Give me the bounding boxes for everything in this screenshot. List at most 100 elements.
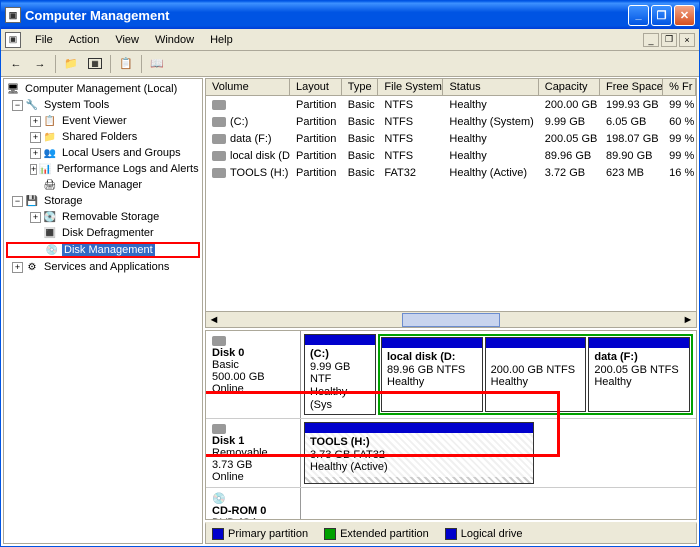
disk-row-1[interactable]: Disk 1 Removable 3.73 GB Online TOOLS (H… — [206, 419, 696, 488]
perf-icon: 📊 — [39, 162, 51, 176]
storage-icon: 💾 — [25, 194, 39, 208]
services-icon: ⚙ — [25, 260, 39, 274]
volume-row[interactable]: data (F:)PartitionBasicNTFSHealthy200.05… — [206, 130, 696, 147]
toolbar: ← → 📁 ▦ 📋 📖 — [1, 51, 699, 77]
legend-logical: Logical drive — [445, 528, 523, 540]
show-hide-button[interactable]: ▦ — [84, 53, 106, 75]
col-pct[interactable]: % Fr — [663, 79, 696, 95]
expand-icon[interactable]: + — [30, 164, 37, 175]
forward-button[interactable]: → — [29, 53, 51, 75]
logical-swatch — [445, 528, 457, 540]
partition-h[interactable]: TOOLS (H:)3.73 GB FAT32Healthy (Active) — [304, 422, 534, 484]
col-volume[interactable]: Volume — [206, 79, 290, 95]
expand-icon[interactable]: + — [30, 116, 41, 127]
volume-icon — [212, 100, 226, 110]
legend: Primary partition Extended partition Log… — [205, 522, 697, 544]
up-button[interactable]: 📁 — [60, 53, 82, 75]
partition-f[interactable]: data (F:)200.05 GB NTFSHealthy — [588, 337, 690, 412]
volume-row[interactable]: PartitionBasicNTFSHealthy200.00 GB199.93… — [206, 96, 696, 113]
disk-row-cdrom[interactable]: 💿CD-ROM 0 DVD (G:) — [206, 488, 696, 520]
defrag-icon: 🔳 — [43, 226, 57, 240]
tree-device-manager[interactable]: 🖨 Device Manager — [6, 177, 200, 193]
menu-window[interactable]: Window — [147, 32, 202, 48]
volume-row[interactable]: (C:)PartitionBasicNTFSHealthy (System)9.… — [206, 113, 696, 130]
close-button[interactable]: ✕ — [674, 5, 695, 26]
tree-storage[interactable]: − 💾 Storage — [6, 193, 200, 209]
col-fs[interactable]: File System — [378, 79, 443, 95]
volume-list[interactable]: Volume Layout Type File System Status Ca… — [205, 78, 697, 328]
mdi-close-button[interactable]: × — [679, 33, 695, 47]
tree-system-tools[interactable]: − 🔧 System Tools — [6, 97, 200, 113]
disk0-info: Disk 0 Basic 500.00 GB Online — [206, 331, 301, 418]
horizontal-scrollbar[interactable]: ◄ ► — [206, 311, 696, 327]
menubar: ▣ File Action View Window Help _ ❐ × — [1, 29, 699, 51]
help-button[interactable]: 📖 — [146, 53, 168, 75]
menu-help[interactable]: Help — [202, 32, 241, 48]
tree-perf-logs[interactable]: + 📊 Performance Logs and Alerts — [6, 161, 200, 177]
menu-action[interactable]: Action — [61, 32, 108, 48]
extended-swatch — [324, 528, 336, 540]
tree-event-viewer[interactable]: + 📋 Event Viewer — [6, 113, 200, 129]
volume-row[interactable]: TOOLS (H:)PartitionBasicFAT32Healthy (Ac… — [206, 164, 696, 181]
volume-icon — [212, 168, 226, 178]
col-free[interactable]: Free Space — [600, 79, 663, 95]
volume-body[interactable]: PartitionBasicNTFSHealthy200.00 GB199.93… — [206, 96, 696, 311]
volume-row[interactable]: local disk (D:)PartitionBasicNTFSHealthy… — [206, 147, 696, 164]
titlebar[interactable]: ▣ Computer Management _ ❐ ✕ — [1, 1, 699, 29]
disk-map[interactable]: Disk 0 Basic 500.00 GB Online (C:)9.99 G… — [205, 330, 697, 520]
expand-icon[interactable]: + — [12, 262, 23, 273]
users-icon: 👥 — [43, 146, 57, 160]
mdi-restore-button[interactable]: ❐ — [661, 33, 677, 47]
maximize-button[interactable]: ❐ — [651, 5, 672, 26]
back-button[interactable]: ← — [5, 53, 27, 75]
collapse-icon[interactable]: − — [12, 100, 23, 111]
tree-disk-management[interactable]: 💿 Disk Management — [6, 242, 200, 258]
expand-icon[interactable]: + — [30, 212, 41, 223]
scrollbar-thumb[interactable] — [402, 313, 500, 327]
tree-local-users[interactable]: + 👥 Local Users and Groups — [6, 145, 200, 161]
tree-removable-storage[interactable]: + 💽 Removable Storage — [6, 209, 200, 225]
col-layout[interactable]: Layout — [290, 79, 342, 95]
extended-partition[interactable]: local disk (D:89.96 GB NTFSHealthy 200.0… — [378, 334, 693, 415]
primary-swatch — [212, 528, 224, 540]
tree-pane[interactable]: 🖥 Computer Management (Local) − 🔧 System… — [3, 78, 203, 544]
properties-button[interactable]: 📋 — [115, 53, 137, 75]
partition-unnamed[interactable]: 200.00 GB NTFSHealthy — [485, 337, 587, 412]
right-pane: Volume Layout Type File System Status Ca… — [205, 78, 697, 544]
tree-services[interactable]: + ⚙ Services and Applications — [6, 259, 200, 275]
disk-icon — [212, 424, 226, 434]
mdi-minimize-button[interactable]: _ — [643, 33, 659, 47]
disk-icon — [212, 336, 226, 346]
event-icon: 📋 — [43, 114, 57, 128]
partition-d[interactable]: local disk (D:89.96 GB NTFSHealthy — [381, 337, 483, 412]
cdrom-info: 💿CD-ROM 0 DVD (G:) — [206, 488, 301, 520]
tree-shared-folders[interactable]: + 📁 Shared Folders — [6, 129, 200, 145]
collapse-icon[interactable]: − — [12, 196, 23, 207]
col-status[interactable]: Status — [443, 79, 538, 95]
computer-management-window: ▣ Computer Management _ ❐ ✕ ▣ File Actio… — [0, 0, 700, 547]
volume-icon — [212, 151, 226, 161]
col-capacity[interactable]: Capacity — [539, 79, 600, 95]
volume-icon — [212, 134, 226, 144]
device-icon: 🖨 — [43, 178, 57, 192]
window-title: Computer Management — [25, 8, 628, 23]
disk1-info: Disk 1 Removable 3.73 GB Online — [206, 419, 301, 487]
app-icon: ▣ — [5, 7, 21, 23]
tree-root[interactable]: 🖥 Computer Management (Local) — [6, 81, 200, 97]
partition-c[interactable]: (C:)9.99 GB NTFHealthy (Sys — [304, 334, 376, 415]
computer-icon: 🖥 — [6, 82, 20, 96]
legend-primary: Primary partition — [212, 528, 308, 540]
expand-icon[interactable]: + — [30, 132, 41, 143]
cdrom-icon: 💿 — [212, 493, 226, 505]
folder-icon: 📁 — [43, 130, 57, 144]
tree-disk-defrag[interactable]: 🔳 Disk Defragmenter — [6, 225, 200, 241]
disk-row-0[interactable]: Disk 0 Basic 500.00 GB Online (C:)9.99 G… — [206, 331, 696, 419]
minimize-button[interactable]: _ — [628, 5, 649, 26]
legend-extended: Extended partition — [324, 528, 429, 540]
menu-file[interactable]: File — [27, 32, 61, 48]
menu-view[interactable]: View — [107, 32, 147, 48]
expand-icon[interactable]: + — [30, 148, 41, 159]
volume-icon — [212, 117, 226, 127]
col-type[interactable]: Type — [342, 79, 379, 95]
tools-icon: 🔧 — [25, 98, 39, 112]
